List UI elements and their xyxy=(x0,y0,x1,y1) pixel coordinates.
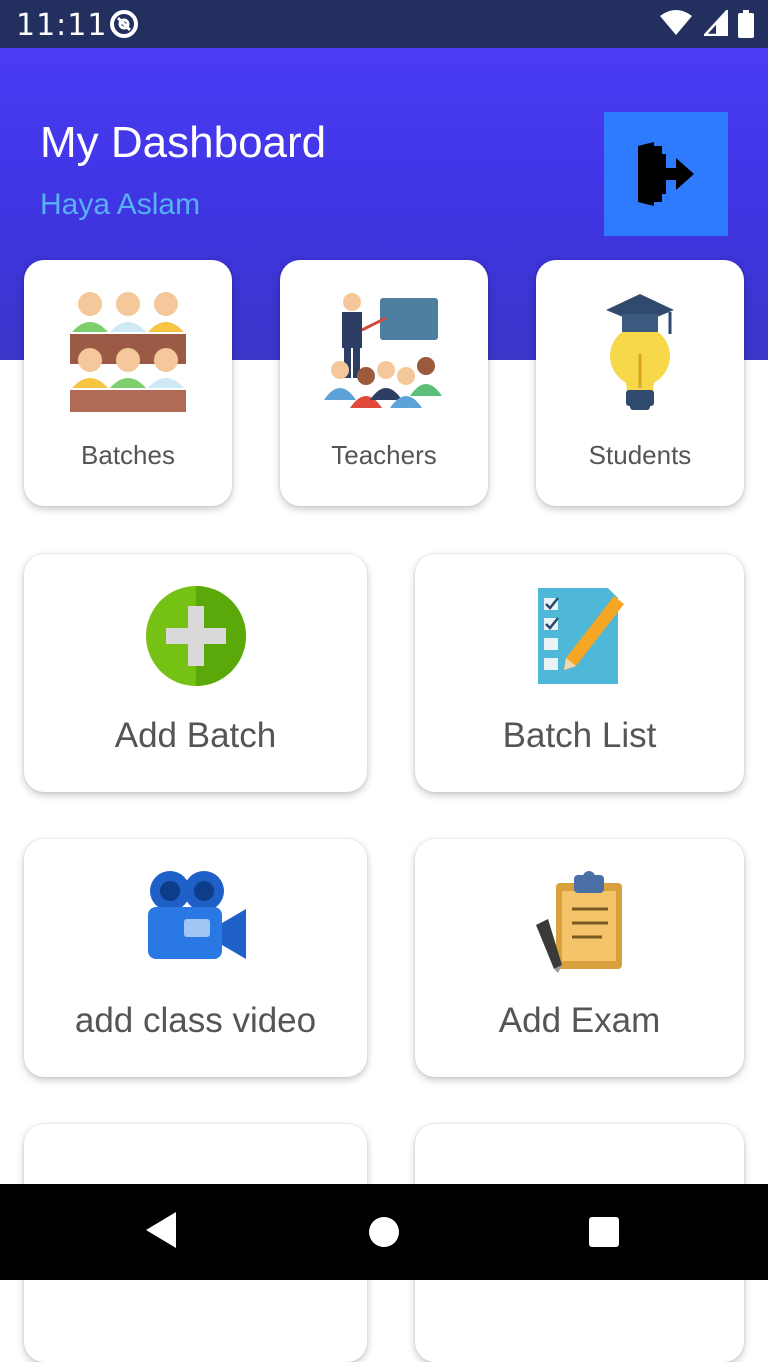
add-class-video-label: add class video xyxy=(74,1001,317,1040)
system-nav-bar xyxy=(0,1184,768,1280)
home-icon[interactable] xyxy=(368,1216,400,1248)
status-time: 11:11 xyxy=(16,8,108,43)
at-sign-icon xyxy=(110,10,138,38)
video-camera-icon xyxy=(147,871,246,959)
logout-button[interactable] xyxy=(604,112,728,236)
recents-icon[interactable] xyxy=(588,1216,620,1248)
logout-icon xyxy=(638,142,694,206)
back-icon[interactable] xyxy=(144,1210,180,1250)
status-bar: 11:11 xyxy=(0,0,768,48)
students-label: Students xyxy=(588,440,692,470)
add-batch-icon xyxy=(145,586,246,686)
add-batch-card[interactable]: Add Batch xyxy=(24,554,367,792)
wifi-icon xyxy=(660,10,693,35)
students-icon xyxy=(606,294,674,410)
batches-label: Batches xyxy=(81,440,175,470)
teachers-card[interactable]: Teachers xyxy=(280,260,488,506)
teachers-label: Teachers xyxy=(331,440,437,470)
add-exam-label: Add Exam xyxy=(498,1001,661,1040)
batch-list-card[interactable]: Batch List xyxy=(415,554,744,792)
exam-clipboard-icon xyxy=(535,871,622,973)
teachers-icon xyxy=(324,293,442,408)
page-title: My Dashboard xyxy=(40,118,327,167)
students-card[interactable]: Students xyxy=(536,260,744,506)
user-name: Haya Aslam xyxy=(40,188,201,221)
add-class-video-card[interactable]: add class video xyxy=(24,839,367,1077)
add-exam-card[interactable]: Add Exam xyxy=(415,839,744,1077)
battery-icon xyxy=(738,10,754,38)
add-batch-label: Add Batch xyxy=(114,716,277,755)
batch-list-icon xyxy=(537,588,624,684)
signal-icon xyxy=(703,10,728,36)
batches-icon xyxy=(70,292,186,412)
batches-card[interactable]: Batches xyxy=(24,260,232,506)
status-icons xyxy=(653,10,754,38)
batch-list-label: Batch List xyxy=(502,716,657,755)
